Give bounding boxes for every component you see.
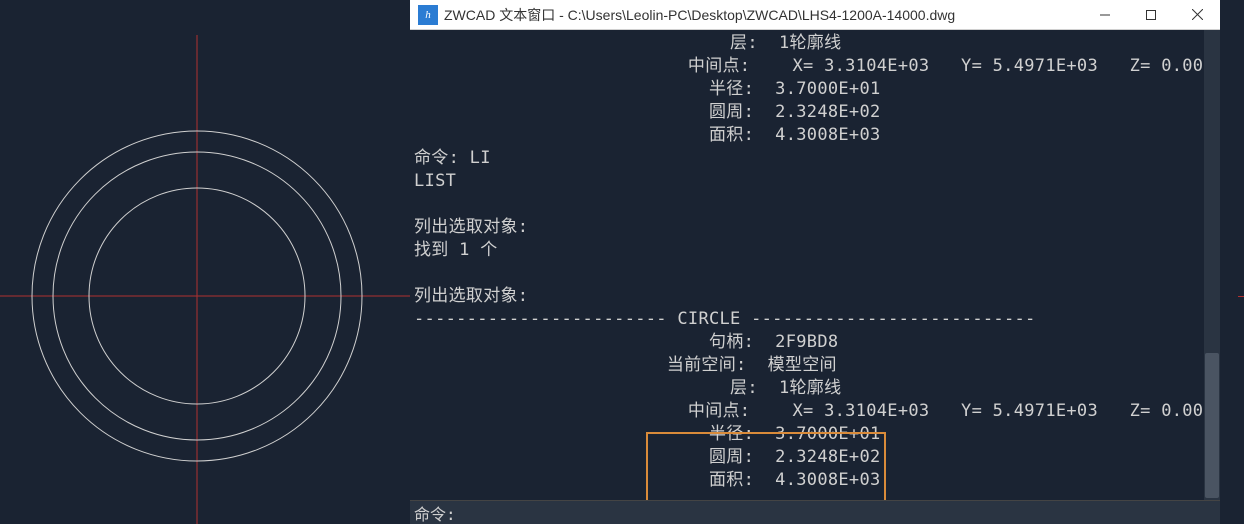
close-icon [1192,9,1203,20]
console-line: 圆周: 2.3248E+02 [414,101,1216,124]
console-line: 面积: 4.3008E+03 [414,124,1216,147]
console-line: LIST [414,170,1216,193]
titlebar-buttons [1082,0,1220,29]
console-line: 当前空间: 模型空间 [414,354,1216,377]
scrollbar-thumb[interactable] [1205,353,1219,498]
command-label: 命令: [414,505,456,524]
maximize-button[interactable] [1128,0,1174,29]
console-line: 层: 1轮廓线 [414,32,1216,55]
window-title: ZWCAD 文本窗口 - C:\Users\Leolin-PC\Desktop\… [444,5,1082,25]
maximize-icon [1146,10,1156,20]
console-output[interactable]: 层: 1轮廓线 中间点: X= 3.3104E+03 Y= 5.4971E+03… [410,30,1220,524]
cad-canvas [0,0,410,524]
minimize-icon [1100,10,1110,20]
console-line [414,262,1216,285]
command-input[interactable] [465,505,1165,524]
console-line: 圆周: 2.3248E+02 [414,446,1216,469]
console-line: 列出选取对象: [414,285,1216,308]
console-line: 中间点: X= 3.3104E+03 Y= 5.4971E+03 Z= 0.00… [414,55,1216,78]
console-line: ------------------------ CIRCLE --------… [414,308,1216,331]
text-window: h ZWCAD 文本窗口 - C:\Users\Leolin-PC\Deskto… [410,0,1220,524]
console-line: 中间点: X= 3.3104E+03 Y= 5.4971E+03 Z= 0.00… [414,400,1216,423]
right-edge-strip [1238,0,1244,524]
console-line: 面积: 4.3008E+03 [414,469,1216,492]
scrollbar[interactable] [1204,30,1220,500]
crosshair-right-segment [1238,296,1244,297]
command-bar: 命令: [410,500,1220,524]
console-line: 半径: 3.7000E+01 [414,423,1216,446]
console-line: 半径: 3.7000E+01 [414,78,1216,101]
console-line: 找到 1 个 [414,239,1216,262]
titlebar[interactable]: h ZWCAD 文本窗口 - C:\Users\Leolin-PC\Deskto… [410,0,1220,30]
minimize-button[interactable] [1082,0,1128,29]
console-line: 命令: LI [414,147,1216,170]
close-button[interactable] [1174,0,1220,29]
console-line: 列出选取对象: [414,216,1216,239]
app-icon: h [418,5,438,25]
cad-drawing-area[interactable] [0,0,410,524]
console-line: 句柄: 2F9BD8 [414,331,1216,354]
console-line [414,193,1216,216]
console-line: 层: 1轮廓线 [414,377,1216,400]
